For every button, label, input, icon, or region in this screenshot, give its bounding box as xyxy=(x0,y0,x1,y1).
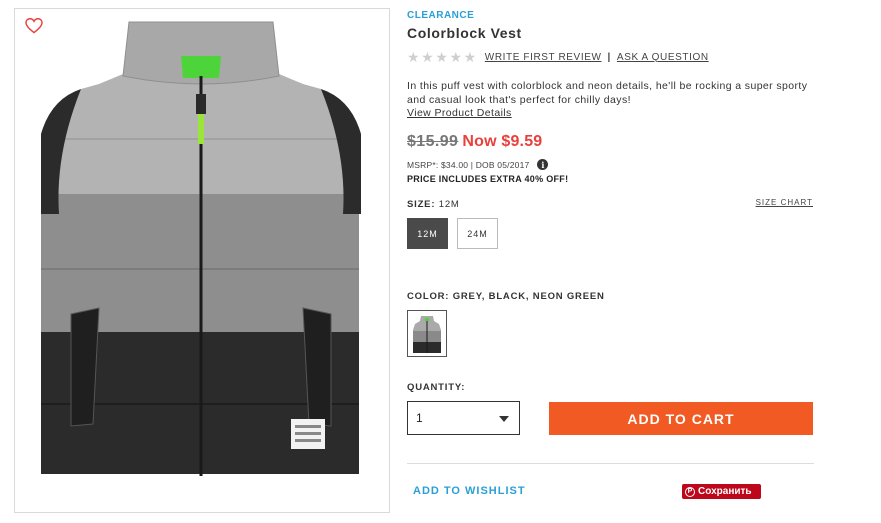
star-icon: ★ xyxy=(407,49,421,65)
color-swatch[interactable] xyxy=(407,310,447,357)
sale-price: Now $9.59 xyxy=(462,133,543,150)
add-to-wishlist-link[interactable]: ADD TO WISHLIST xyxy=(413,485,526,497)
price-block: $15.99 Now $9.59 xyxy=(407,133,542,151)
vest-swatch-thumbnail xyxy=(413,315,441,353)
size-option-24m[interactable]: 24M xyxy=(457,218,498,249)
pinterest-save-button[interactable]: P Сохранить xyxy=(682,484,761,499)
info-icon[interactable]: i xyxy=(537,159,549,170)
clearance-badge: CLEARANCE xyxy=(407,10,475,21)
quantity-select[interactable]: 1 xyxy=(407,401,520,435)
pinterest-save-label: Сохранить xyxy=(698,486,752,497)
size-option-12m[interactable]: 12M xyxy=(407,218,448,249)
extra-discount-note: PRICE INCLUDES EXTRA 40% OFF! xyxy=(407,174,569,184)
link-separator: | xyxy=(607,51,611,63)
pinterest-icon: P xyxy=(685,486,695,497)
product-image-vest[interactable] xyxy=(41,14,361,484)
star-icon: ★ xyxy=(421,49,435,65)
size-options: 12M 24M xyxy=(407,218,498,249)
size-chart-link[interactable]: SIZE CHART xyxy=(756,198,813,207)
ask-question-link[interactable]: ASK A QUESTION xyxy=(617,52,709,63)
quantity-label: QUANTITY: xyxy=(407,382,466,393)
add-to-cart-button[interactable]: ADD TO CART xyxy=(549,402,813,435)
divider xyxy=(407,463,814,464)
size-label-text: SIZE: xyxy=(407,199,436,210)
view-details-link[interactable]: View Product Details xyxy=(407,107,512,119)
product-title: Colorblock Vest xyxy=(407,25,522,41)
rating-row: ★ ★ ★ ★ ★ WRITE FIRST REVIEW | ASK A QUE… xyxy=(407,50,709,64)
size-label: SIZE: 12M xyxy=(407,199,460,210)
write-review-link[interactable]: WRITE FIRST REVIEW xyxy=(485,52,602,63)
star-icon: ★ xyxy=(463,49,477,65)
star-icon: ★ xyxy=(449,49,463,65)
product-description: In this puff vest with colorblock and ne… xyxy=(407,80,808,106)
rating-stars: ★ ★ ★ ★ ★ xyxy=(407,50,477,64)
quantity-value: 1 xyxy=(416,411,423,425)
product-image-frame xyxy=(14,8,390,513)
msrp-text: MSRP*: $34.00 | DOB 05/2017 xyxy=(407,159,530,170)
star-icon: ★ xyxy=(435,49,449,65)
selected-size: 12M xyxy=(438,199,460,210)
chevron-down-icon xyxy=(499,416,509,422)
color-label: COLOR: GREY, BLACK, NEON GREEN xyxy=(407,291,605,302)
msrp-line: MSRP*: $34.00 | DOB 05/2017 i xyxy=(407,159,549,170)
original-price: $15.99 xyxy=(407,133,459,150)
